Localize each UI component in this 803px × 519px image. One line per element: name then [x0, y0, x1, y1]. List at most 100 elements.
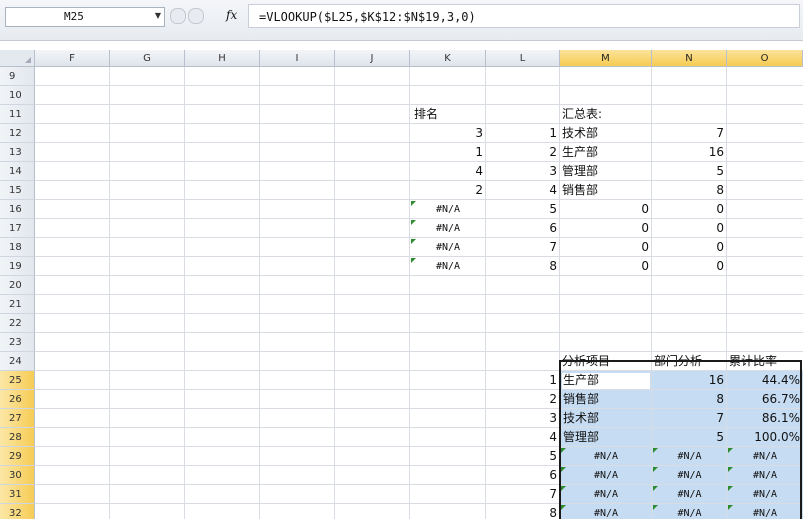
- grid-line-vertical: [184, 67, 185, 519]
- row-header-31[interactable]: 31: [0, 485, 35, 504]
- grid-line-vertical: [334, 67, 335, 519]
- row-header-10[interactable]: 10: [0, 86, 35, 105]
- grid-line-horizontal: [35, 313, 803, 314]
- analysis-index-cell[interactable]: 7: [486, 485, 560, 504]
- enter-icon[interactable]: [188, 8, 204, 24]
- department-cell[interactable]: 0: [560, 219, 652, 238]
- count-cell[interactable]: 0: [652, 200, 727, 219]
- index-cell[interactable]: 1: [486, 124, 560, 143]
- grid-line-horizontal: [35, 332, 803, 333]
- department-cell[interactable]: 0: [560, 238, 652, 257]
- department-cell[interactable]: 0: [560, 200, 652, 219]
- grid-line-vertical: [259, 67, 260, 519]
- formula-input[interactable]: =VLOOKUP($L25,$K$12:$N$19,3,0): [248, 4, 800, 28]
- insert-function-icon[interactable]: fx: [226, 8, 237, 22]
- error-indicator-icon: [411, 239, 416, 244]
- department-cell[interactable]: 生产部: [562, 143, 652, 162]
- index-cell[interactable]: 5: [486, 200, 560, 219]
- column-header-g[interactable]: G: [110, 50, 185, 67]
- count-cell[interactable]: 0: [652, 219, 727, 238]
- error-indicator-icon: [411, 220, 416, 225]
- row-header-13[interactable]: 13: [0, 143, 35, 162]
- name-box[interactable]: M25 ▼: [5, 7, 165, 27]
- row-header-23[interactable]: 23: [0, 333, 35, 352]
- row-header-12[interactable]: 12: [0, 124, 35, 143]
- row-header-15[interactable]: 15: [0, 181, 35, 200]
- row-header-27[interactable]: 27: [0, 409, 35, 428]
- count-cell[interactable]: 5: [652, 162, 727, 181]
- analysis-index-cell[interactable]: 8: [486, 504, 560, 519]
- grid-line-horizontal: [35, 294, 803, 295]
- count-cell[interactable]: 8: [652, 181, 727, 200]
- select-all-corner[interactable]: [0, 50, 35, 67]
- row-header-14[interactable]: 14: [0, 162, 35, 181]
- row-header-25[interactable]: 25: [0, 371, 35, 390]
- row-header-30[interactable]: 30: [0, 466, 35, 485]
- column-header-j[interactable]: J: [335, 50, 410, 67]
- rank-error-cell[interactable]: #N/A: [410, 238, 486, 257]
- row-header-26[interactable]: 26: [0, 390, 35, 409]
- error-indicator-icon: [411, 201, 416, 206]
- row-header-20[interactable]: 20: [0, 276, 35, 295]
- index-cell[interactable]: 2: [486, 143, 560, 162]
- count-cell[interactable]: 0: [652, 257, 727, 276]
- rank-error-cell[interactable]: #N/A: [410, 200, 486, 219]
- formula-text: =VLOOKUP($L25,$K$12:$N$19,3,0): [259, 10, 476, 24]
- index-cell[interactable]: 7: [486, 238, 560, 257]
- row-header-32[interactable]: 32: [0, 504, 35, 519]
- cancel-icon[interactable]: [170, 8, 186, 24]
- column-header-m[interactable]: M: [560, 50, 652, 67]
- column-header-h[interactable]: H: [185, 50, 260, 67]
- row-header-17[interactable]: 17: [0, 219, 35, 238]
- analysis-index-cell[interactable]: 1: [486, 371, 560, 390]
- column-header-f[interactable]: F: [35, 50, 110, 67]
- chevron-down-icon[interactable]: ▼: [155, 11, 161, 20]
- rank-value-cell[interactable]: 3: [410, 124, 486, 143]
- row-header-9[interactable]: 9: [0, 67, 35, 86]
- analysis-table-border: [559, 360, 802, 519]
- row-header-18[interactable]: 18: [0, 238, 35, 257]
- row-header-22[interactable]: 22: [0, 314, 35, 333]
- summary-header[interactable]: 汇总表:: [562, 105, 652, 124]
- index-cell[interactable]: 6: [486, 219, 560, 238]
- row-header-29[interactable]: 29: [0, 447, 35, 466]
- count-cell[interactable]: 16: [652, 143, 727, 162]
- analysis-index-cell[interactable]: 6: [486, 466, 560, 485]
- name-box-value: M25: [64, 10, 84, 23]
- department-cell[interactable]: 0: [560, 257, 652, 276]
- rank-value-cell[interactable]: 2: [410, 181, 486, 200]
- rank-error-cell[interactable]: #N/A: [410, 219, 486, 238]
- count-cell[interactable]: 7: [652, 124, 727, 143]
- excel-window: M25 ▼ fx =VLOOKUP($L25,$K$12:$N$19,3,0) …: [0, 0, 803, 519]
- column-header-n[interactable]: N: [652, 50, 727, 67]
- analysis-index-cell[interactable]: 4: [486, 428, 560, 447]
- row-header-19[interactable]: 19: [0, 257, 35, 276]
- grid-line-horizontal: [35, 85, 803, 86]
- rank-error-cell[interactable]: #N/A: [410, 257, 486, 276]
- rank-value-cell[interactable]: 1: [410, 143, 486, 162]
- index-cell[interactable]: 4: [486, 181, 560, 200]
- index-cell[interactable]: 3: [486, 162, 560, 181]
- row-header-21[interactable]: 21: [0, 295, 35, 314]
- formula-buttons: fx: [166, 7, 244, 25]
- row-header-28[interactable]: 28: [0, 428, 35, 447]
- column-header-l[interactable]: L: [486, 50, 560, 67]
- column-header-k[interactable]: K: [410, 50, 486, 67]
- department-cell[interactable]: 技术部: [562, 124, 652, 143]
- department-cell[interactable]: 管理部: [562, 162, 652, 181]
- row-header-11[interactable]: 11: [0, 105, 35, 124]
- index-cell[interactable]: 8: [486, 257, 560, 276]
- department-cell[interactable]: 销售部: [562, 181, 652, 200]
- analysis-index-cell[interactable]: 2: [486, 390, 560, 409]
- count-cell[interactable]: 0: [652, 238, 727, 257]
- row-header-24[interactable]: 24: [0, 352, 35, 371]
- rank-value-cell[interactable]: 4: [410, 162, 486, 181]
- analysis-index-cell[interactable]: 3: [486, 409, 560, 428]
- column-header-o[interactable]: O: [727, 50, 803, 67]
- rank-header[interactable]: 排名: [414, 105, 486, 124]
- grid-line-vertical: [109, 67, 110, 519]
- worksheet-grid[interactable]: F G H I J K L M N O 9 10 11 12 13 14 15 16 17 18 19 20 21 22 23 2…: [0, 50, 803, 519]
- analysis-index-cell[interactable]: 5: [486, 447, 560, 466]
- column-header-i[interactable]: I: [260, 50, 335, 67]
- row-header-16[interactable]: 16: [0, 200, 35, 219]
